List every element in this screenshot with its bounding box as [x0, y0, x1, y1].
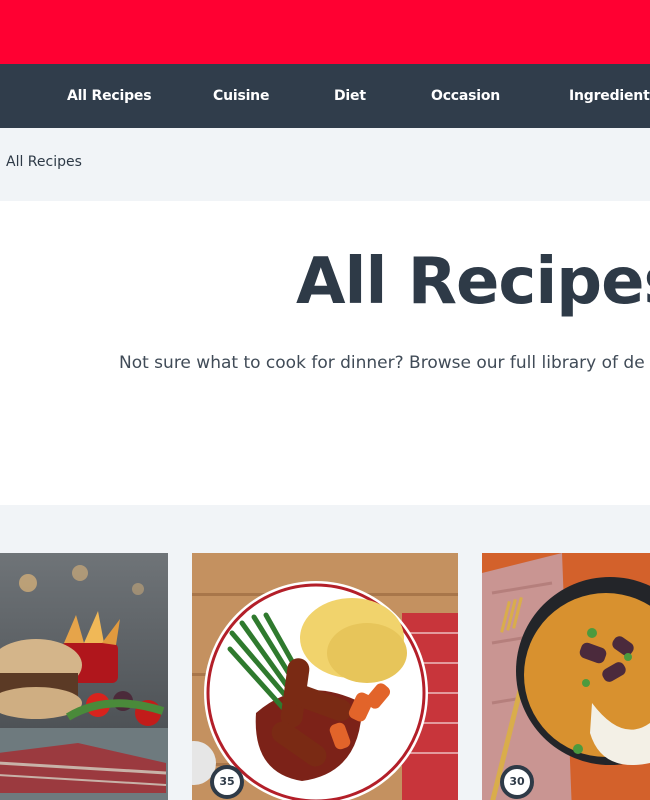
cooking-time-badge: 35	[210, 765, 244, 799]
brand-header-bar	[0, 0, 650, 64]
nav-occasion[interactable]: Occasion	[431, 64, 500, 128]
recipe-card[interactable]: 30	[482, 553, 650, 800]
breadcrumb: All Recipes	[0, 128, 650, 201]
recipe-card[interactable]	[0, 553, 168, 800]
nav-cuisine[interactable]: Cuisine	[213, 64, 269, 128]
recipe-image	[482, 553, 650, 800]
recipe-image	[192, 553, 458, 800]
recipe-image	[0, 553, 168, 800]
recipe-card[interactable]: 35	[192, 553, 458, 800]
recipe-grid: 35 30	[0, 505, 650, 800]
page-hero: All Recipes Not sure what to cook for di…	[0, 201, 650, 505]
breadcrumb-all-recipes[interactable]: All Recipes	[6, 154, 82, 170]
cooking-time-badge: 30	[500, 765, 534, 799]
main-navigation: All Recipes Cuisine Diet Occasion Ingred…	[0, 64, 650, 128]
page-title: All Recipes	[296, 245, 650, 319]
page-description: Not sure what to cook for dinner? Browse…	[119, 353, 645, 373]
nav-all-recipes[interactable]: All Recipes	[67, 64, 152, 128]
nav-diet[interactable]: Diet	[334, 64, 366, 128]
nav-ingredient[interactable]: Ingredient	[569, 64, 650, 128]
